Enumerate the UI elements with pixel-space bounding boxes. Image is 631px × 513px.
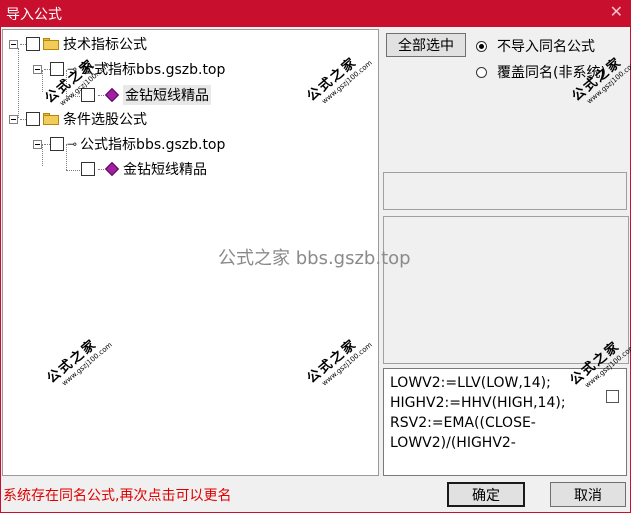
tree-checkbox[interactable] bbox=[26, 37, 40, 51]
tree-node-label: 技术指标公式 bbox=[63, 37, 147, 53]
tree-node-label: 条件选股公式 bbox=[63, 112, 147, 128]
tree-node-golden-drill[interactable]: 金钻短线精品 bbox=[81, 84, 211, 106]
ok-button[interactable]: 确定 bbox=[447, 482, 525, 507]
tree-node-formula-indicator[interactable]: ⊸ 公式指标bbs.gszb.top bbox=[33, 133, 225, 155]
description-box bbox=[383, 216, 629, 364]
title-bar: 导入公式 ✕ bbox=[0, 0, 631, 27]
status-message: 系统存在同名公式,再次点击可以更名 bbox=[3, 488, 232, 504]
cancel-button[interactable]: 取消 bbox=[550, 482, 626, 507]
tree-node-stock-selection[interactable]: 条件选股公式 bbox=[9, 108, 147, 130]
formula-line: LOWV2)/(HIGHV2- bbox=[390, 435, 516, 451]
collapse-icon[interactable] bbox=[33, 139, 42, 149]
tree-node-label: 金钻短线精品 bbox=[123, 85, 211, 105]
tree-connector bbox=[66, 170, 80, 171]
gem-icon bbox=[104, 87, 120, 103]
select-all-button[interactable]: 全部选中 bbox=[386, 33, 466, 57]
collapse-icon[interactable] bbox=[9, 39, 18, 49]
tree-node-label: 公式指标bbs.gszb.top bbox=[80, 137, 226, 153]
tree-checkbox[interactable] bbox=[26, 112, 40, 126]
radio-button[interactable] bbox=[476, 40, 487, 52]
radio-button[interactable] bbox=[476, 66, 487, 78]
option-label: 不导入同名公式 bbox=[497, 39, 595, 55]
collapse-icon[interactable] bbox=[33, 64, 42, 74]
tree-checkbox[interactable] bbox=[50, 137, 64, 151]
folder-icon bbox=[43, 38, 59, 50]
folder-icon bbox=[43, 113, 59, 125]
formula-line: RSV2:=EMA((CLOSE- bbox=[390, 415, 536, 431]
center-watermark: 公式之家 bbs.gszb.top bbox=[218, 248, 411, 269]
collapse-icon[interactable] bbox=[9, 114, 18, 124]
close-icon[interactable]: ✕ bbox=[610, 2, 623, 21]
no-import-same-name-option[interactable]: 不导入同名公式 bbox=[476, 36, 595, 56]
info-box bbox=[383, 172, 627, 210]
key-icon: ⊸ bbox=[67, 137, 78, 151]
gem-icon bbox=[104, 161, 120, 177]
formula-checkbox[interactable] bbox=[606, 390, 619, 403]
tree-checkbox[interactable] bbox=[81, 162, 95, 176]
tree-node-golden-drill[interactable]: 金钻短线精品 bbox=[81, 158, 207, 180]
tree-node-label: 金钻短线精品 bbox=[123, 162, 207, 178]
formula-line: HIGHV2:=HHV(HIGH,14); bbox=[390, 395, 566, 411]
window-title: 导入公式 bbox=[6, 7, 62, 23]
tree-node-tech-indicators[interactable]: 技术指标公式 bbox=[9, 33, 147, 55]
